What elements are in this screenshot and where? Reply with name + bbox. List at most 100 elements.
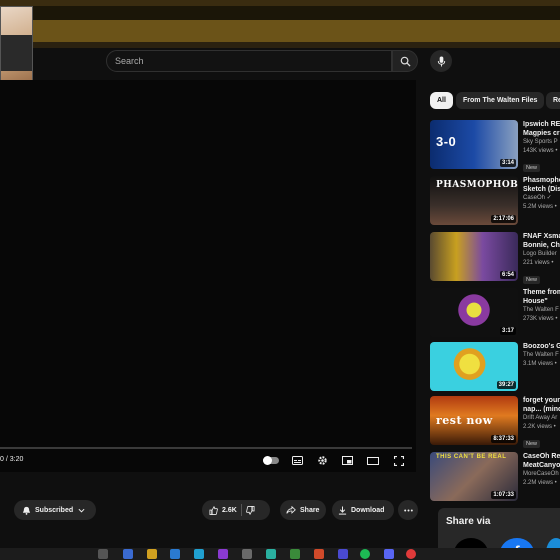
video-title: forget your [523, 397, 560, 404]
video-channel: Drift Away Ar [523, 415, 558, 421]
theater-mode-button[interactable] [366, 454, 380, 467]
video-views: 273K views • [523, 316, 558, 322]
video-meta: FNAF Xsma Bonnie, Chi Logo Builder 221 v… [523, 232, 560, 286]
fullscreen-button[interactable] [392, 454, 405, 467]
video-meta: Boozoo's G The Walten F 3.1M views • [523, 342, 560, 369]
taskbar-app-icon[interactable] [170, 549, 180, 559]
voice-search-button[interactable] [430, 50, 452, 72]
video-thumbnail: PHASMOPHOBIA 2:17:06 [430, 176, 518, 225]
taskbar-app-icon[interactable] [266, 549, 276, 559]
chip-from-the-walten-files[interactable]: From The Walten Files [456, 92, 545, 109]
video-views: 143K views • [523, 148, 558, 154]
share-icon [286, 506, 296, 514]
recommendation-item[interactable]: 3-0 3:14 Ipswich RE Magpies cr Sky Sport… [430, 120, 560, 172]
share-button[interactable]: Share [280, 500, 326, 520]
video-meta: forget your nap... (minc Drift Away Ar 2… [523, 396, 560, 450]
taskbar-spotify-icon[interactable] [360, 549, 370, 559]
dislike-button[interactable] [245, 500, 255, 520]
recommendation-item[interactable]: 6:54 FNAF Xsma Bonnie, Chi Logo Builder … [430, 232, 560, 284]
video-title-line2: Bonnie, Chi [523, 242, 560, 249]
like-dislike-group: 2.6K [202, 500, 270, 520]
video-thumbnail: 39:27 [430, 342, 518, 391]
taskbar-folder-icon[interactable] [147, 549, 157, 559]
recommendation-item[interactable]: rest now 8:37:33 forget your nap... (min… [430, 396, 560, 448]
video-views: 2.2K views • [523, 424, 556, 430]
subtitles-button[interactable] [291, 454, 304, 467]
subtitles-icon [292, 456, 303, 465]
taskbar-edge-icon[interactable] [194, 549, 204, 559]
video-thumbnail: 3-0 3:14 [430, 120, 518, 169]
taskbar-app-icon[interactable] [218, 549, 228, 559]
video-channel: Logo Builder [523, 251, 557, 257]
thumbnail-text: PHASMOPHOBIA [436, 180, 518, 190]
taskbar-app-icon[interactable] [290, 549, 300, 559]
like-button[interactable]: 2.6K [202, 500, 237, 520]
thumbnail-text: THIS CAN'T BE REAL [436, 454, 507, 460]
video-duration: 39:27 [496, 381, 516, 389]
progress-bar[interactable] [0, 447, 412, 449]
more-actions-button[interactable] [398, 500, 418, 520]
video-channel: CaseOh ✓ [523, 195, 552, 201]
video-channel: The Walten F [523, 307, 559, 313]
microphone-icon [437, 55, 445, 67]
recommendation-item[interactable]: PHASMOPHOBIA 2:17:06 Phasmopho Sketch (D… [430, 176, 560, 226]
taskbar-app-icon[interactable] [123, 549, 133, 559]
video-meta: Theme from House" The Walten F 273K view… [523, 288, 560, 324]
video-title-line2: nap... (minc [523, 406, 560, 413]
search-button[interactable] [392, 50, 418, 72]
video-meta: Ipswich RE Magpies cr Sky Sports P 143K … [523, 120, 560, 174]
chip-truncated[interactable]: Re [546, 92, 560, 109]
like-count: 2.6K [222, 506, 237, 514]
video-duration: 3:17 [499, 327, 516, 335]
subscribed-button[interactable]: Subscribed [14, 500, 96, 520]
taskbar-app-icon[interactable] [314, 549, 324, 559]
chip-all[interactable]: All [430, 92, 453, 109]
fullscreen-icon [393, 455, 404, 466]
taskbar-app-icon[interactable] [406, 549, 416, 559]
thumbs-up-icon [209, 505, 218, 515]
subscribed-label: Subscribed [35, 506, 74, 514]
video-meta: Phasmopho Sketch (Dis CaseOh ✓ 5.2M view… [523, 176, 560, 212]
settings-button[interactable] [316, 454, 329, 467]
taskbar-app-icon[interactable] [338, 549, 348, 559]
video-duration: 6:54 [499, 271, 516, 279]
share-label: Share [300, 506, 320, 514]
thumbs-down-icon [245, 505, 255, 515]
video-title: Boozoo's G [523, 343, 560, 350]
search-input[interactable] [107, 51, 391, 71]
video-title-line2: Magpies cr [523, 130, 560, 137]
more-horizontal-icon [403, 509, 413, 511]
video-thumbnail: 6:54 [430, 232, 518, 281]
video-duration: 2:17:06 [491, 215, 516, 223]
thumbnail-text: 3-0 [436, 134, 457, 149]
chevron-down-icon [78, 508, 85, 513]
new-badge: New [523, 164, 541, 172]
taskbar-app-icon[interactable] [98, 549, 108, 559]
taskbar-app-icon[interactable] [242, 549, 252, 559]
taskbar-discord-icon[interactable] [384, 549, 394, 559]
recommendation-item[interactable]: 39:27 Boozoo's G The Walten F 3.1M views… [430, 342, 560, 392]
video-channel: Sky Sports P [523, 139, 558, 145]
video-title: Ipswich RE [523, 121, 560, 128]
download-icon [338, 505, 347, 515]
video-player[interactable] [0, 80, 416, 472]
share-dialog-title: Share via [446, 516, 491, 527]
miniplayer-button[interactable] [341, 454, 354, 467]
theater-icon [367, 456, 379, 465]
top-banner [0, 0, 560, 48]
video-thumbnail: 3:17 [430, 288, 518, 337]
time-display: 0 / 3:20 [0, 456, 24, 463]
video-title: CaseOh Re [523, 453, 560, 460]
video-duration: 3:14 [499, 159, 516, 167]
video-title: FNAF Xsma [523, 233, 560, 240]
video-views: 221 views • [523, 260, 554, 266]
recommendation-item[interactable]: THIS CAN'T BE REAL 1:07:33 CaseOh Re Mea… [430, 452, 560, 502]
search-box[interactable] [106, 50, 392, 72]
download-button[interactable]: Download [332, 500, 394, 520]
autoplay-toggle[interactable] [261, 454, 281, 467]
miniplayer-icon [342, 456, 353, 465]
video-thumbnail: THIS CAN'T BE REAL 1:07:33 [430, 452, 518, 501]
bell-icon [22, 506, 31, 515]
video-duration: 8:37:33 [491, 435, 516, 443]
recommendation-item[interactable]: 3:17 Theme from House" The Walten F 273K… [430, 288, 560, 338]
